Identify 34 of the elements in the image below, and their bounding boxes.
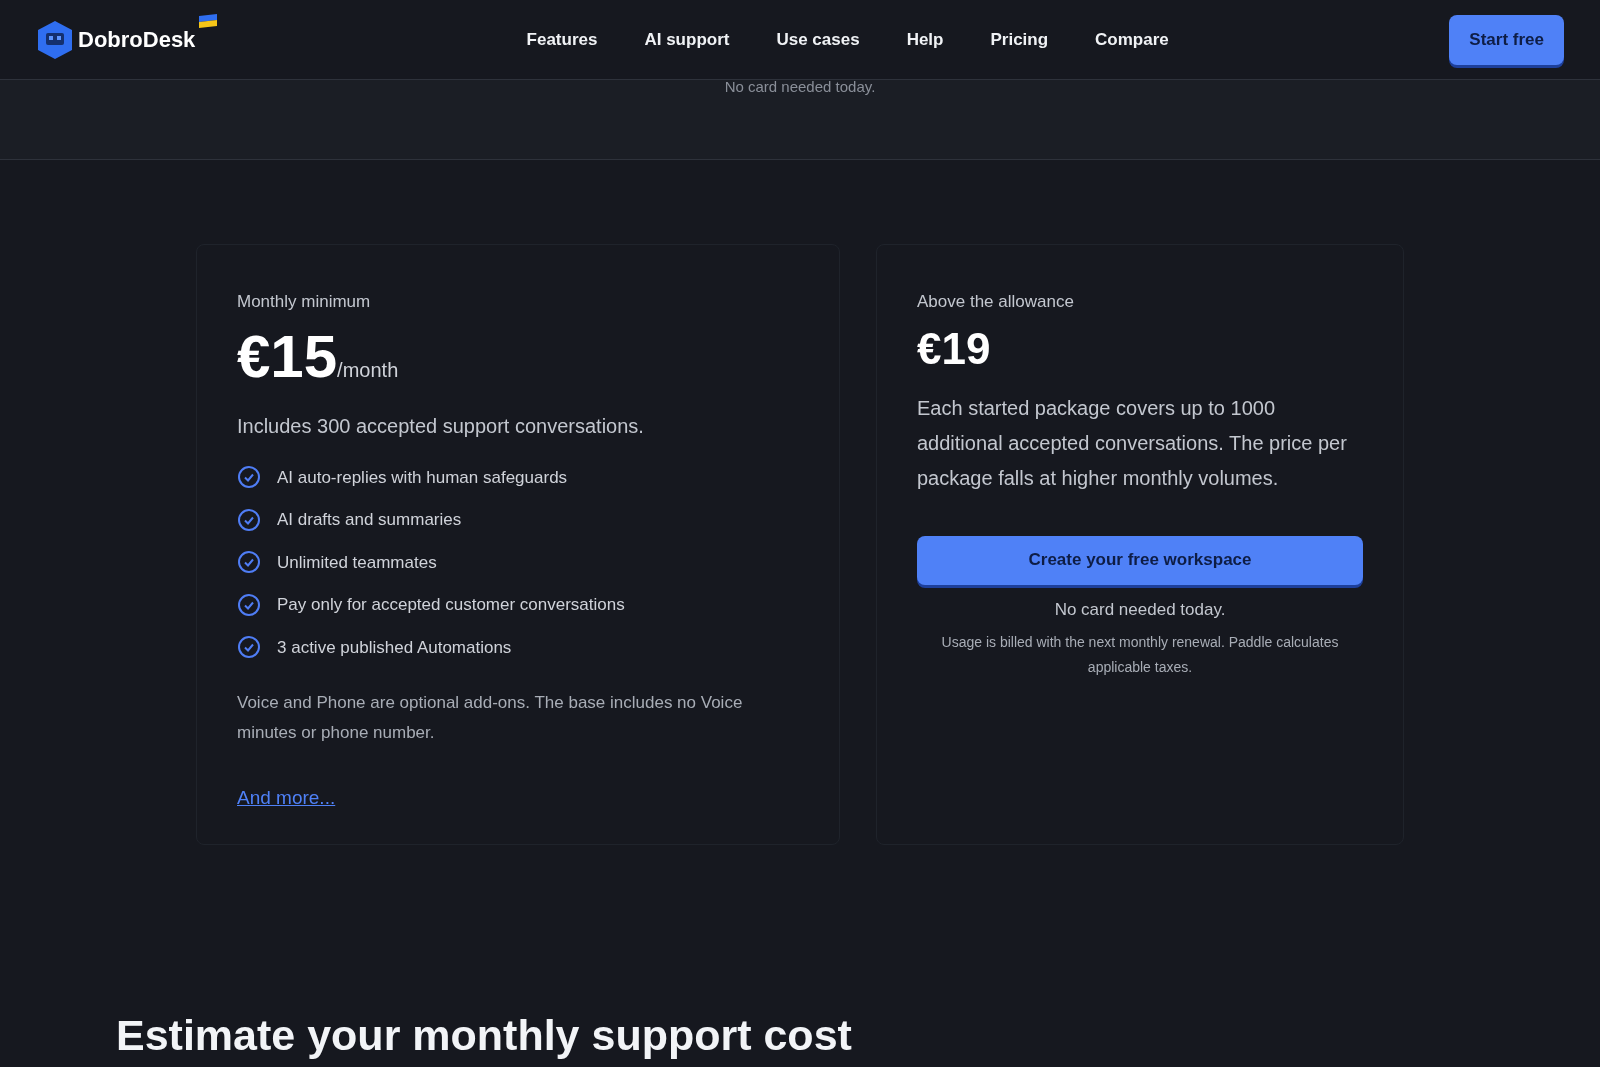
logo-icon <box>36 19 74 60</box>
price: €19 <box>917 326 991 371</box>
fine-print: Usage is billed with the next monthly renewal. Paddle calculates applicable taxes. <box>940 633 1340 677</box>
feature-text: Pay only for accepted customer conversations <box>277 594 625 616</box>
plan-summary: Includes 300 accepted support conversations. <box>237 413 645 439</box>
feature-text: 3 active published Automations <box>277 636 512 659</box>
nav-link[interactable]: Help <box>906 26 944 53</box>
feature-text: AI drafts and summaries <box>277 509 462 531</box>
check-circle-icon <box>237 592 261 617</box>
check-circle-icon <box>237 465 261 490</box>
nav-link[interactable]: Pricing <box>990 26 1049 53</box>
check-circle-icon <box>237 635 261 660</box>
plan-label: Monthly minimum <box>237 291 372 313</box>
top-note: No card needed today. <box>724 77 876 97</box>
check-circle-icon <box>237 550 261 575</box>
start-free-button[interactable]: Start free <box>1449 14 1564 65</box>
flag-icon <box>199 13 218 28</box>
nav-link[interactable]: Compare <box>1095 26 1169 53</box>
plan-note: Voice and Phone are optional add-ons. The base includes no Voice minutes or phone number. <box>237 692 744 744</box>
logo-text[interactable]: DobroDesk <box>78 23 196 56</box>
nav-link[interactable]: AI support <box>644 26 730 53</box>
create-workspace-button[interactable]: Create your free workspace <box>917 535 1363 585</box>
check-circle-icon <box>237 507 261 532</box>
price-period: /month <box>337 358 399 383</box>
plan-label: Above the allowance <box>917 291 1075 313</box>
nav-link[interactable]: Features <box>526 26 598 53</box>
price: €15 <box>237 326 338 387</box>
and-more-link[interactable]: And more... <box>237 784 336 813</box>
button-note: No card needed today. <box>1053 598 1227 621</box>
nav-link[interactable]: Use cases <box>776 26 860 53</box>
feature-text: Unlimited teammates <box>277 551 437 574</box>
plan-summary: Each started package covers up to 1000 additional accepted conversations. The price per package falls at higher monthly volumes. <box>917 395 1348 491</box>
section-heading: Estimate your monthly support cost <box>115 1010 853 1061</box>
feature-text: AI auto-replies with human safeguards <box>277 466 568 489</box>
